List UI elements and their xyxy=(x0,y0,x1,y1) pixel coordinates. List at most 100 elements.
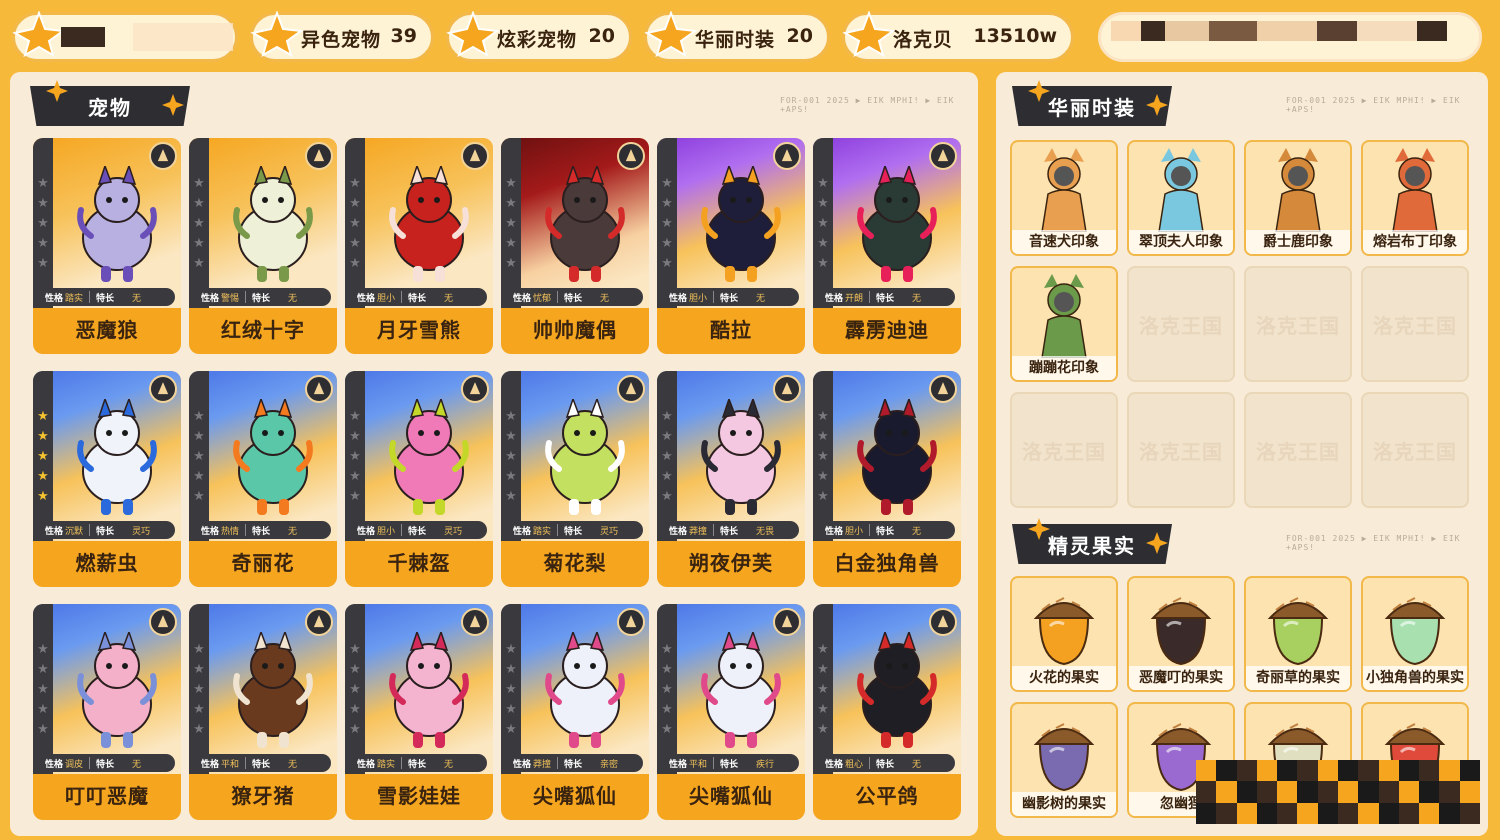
mosaic-cell xyxy=(1378,760,1399,782)
pet-figure-icon xyxy=(77,632,157,748)
mosaic-cell xyxy=(1357,21,1417,41)
pet-card[interactable]: ★ ★ ★ ★ ★ 性格 莽撞 特长 亲密 尖嘴狐仙 xyxy=(501,604,649,820)
empty-outfit-slot[interactable]: 洛克王国 xyxy=(1361,266,1469,382)
trait-special: 无 xyxy=(288,526,298,537)
trait-nature: 平和 xyxy=(221,759,240,770)
stat-value: 39 xyxy=(390,25,417,47)
pet-card[interactable]: ★ ★ ★ ★ ★ 性格 警惕 特长 无 红绒十字 xyxy=(189,138,337,354)
empty-outfit-slot[interactable]: 洛克王国 xyxy=(1127,266,1235,382)
trait-key: 性格 xyxy=(669,293,688,304)
pet-traits: 性格 胆小 特长 无 xyxy=(821,521,955,539)
pet-figure-icon xyxy=(857,399,937,515)
rank-stars: ★ ★ ★ ★ ★ xyxy=(349,409,361,504)
empty-slot-label: 洛克王国 xyxy=(1139,440,1223,464)
mosaic-cell xyxy=(1417,21,1447,41)
divider xyxy=(401,524,403,536)
rank-stars: ★ ★ ★ ★ ★ xyxy=(505,176,517,271)
mosaic-cell xyxy=(1459,802,1480,824)
pet-card[interactable]: ★ ★ ★ ★ ★ 性格 莽撞 特长 无畏 朔夜伊芙 xyxy=(657,371,805,587)
pet-traits: 性格 莽撞 特长 无畏 xyxy=(665,521,799,539)
divider xyxy=(89,757,91,769)
empty-outfit-slot[interactable]: 洛克王国 xyxy=(1127,392,1235,508)
mosaic-cell xyxy=(1358,802,1379,824)
pet-card[interactable]: ★ ★ ★ ★ ★ 性格 沉默 特长 灵巧 燃薪虫 xyxy=(33,371,181,587)
acorn-fruit-icon xyxy=(1033,723,1095,792)
empty-outfit-slot[interactable]: 洛克王国 xyxy=(1244,266,1352,382)
fruit-card[interactable]: 小独角兽的果实 xyxy=(1361,576,1469,692)
mosaic-cell xyxy=(1439,781,1460,803)
pet-card[interactable]: ★ ★ ★ ★ ★ 性格 踏实 特长 无 恶魔狼 xyxy=(33,138,181,354)
outfit-card[interactable]: 翠顶夫人印象 xyxy=(1127,140,1235,256)
outfit-card[interactable]: 爵士鹿印象 xyxy=(1244,140,1352,256)
divider xyxy=(713,757,715,769)
outfit-card[interactable]: 熔岩布丁印象 xyxy=(1361,140,1469,256)
pet-card[interactable]: ★ ★ ★ ★ ★ 性格 踏实 特长 灵巧 菊花梨 xyxy=(501,371,649,587)
rank-stars: ★ ★ ★ ★ ★ xyxy=(817,642,829,737)
trait-special: 无 xyxy=(912,759,922,770)
trait-special: 无 xyxy=(912,526,922,537)
empty-outfit-slot[interactable]: 洛克王国 xyxy=(1361,392,1469,508)
pets-panel: 宠物 FOR-001 2025 ▶ EIK MPHI! ▶ EIK +APS! … xyxy=(10,72,978,836)
pet-name: 叮叮恶魔 xyxy=(65,784,149,808)
trait-nature: 踏实 xyxy=(377,759,396,770)
outfit-card[interactable]: 音速犬印象 xyxy=(1010,140,1118,256)
pet-traits: 性格 警惕 特长 无 xyxy=(197,288,331,306)
empty-outfit-slot[interactable]: 洛克王国 xyxy=(1010,392,1118,508)
divider xyxy=(557,524,559,536)
mosaic-cell xyxy=(1439,760,1460,782)
trait-key: 特长 xyxy=(720,759,739,770)
stat-label: 洛克贝 xyxy=(893,29,954,51)
pet-card[interactable]: ★ ★ ★ ★ ★ 性格 胆小 特长 灵巧 千棘盔 xyxy=(345,371,493,587)
mosaic-cell xyxy=(1297,781,1318,803)
pet-card[interactable]: ★ ★ ★ ★ ★ 性格 胆小 特长 无 白金独角兽 xyxy=(813,371,961,587)
fruit-card[interactable]: 奇丽草的果实 xyxy=(1244,576,1352,692)
mosaic-cell xyxy=(1338,760,1359,782)
divider xyxy=(869,757,871,769)
pet-card[interactable]: ★ ★ ★ ★ ★ 性格 热情 特长 无 奇丽花 xyxy=(189,371,337,587)
pet-card[interactable]: ★ ★ ★ ★ ★ 性格 开朗 特长 无 霹雳迪迪 xyxy=(813,138,961,354)
pet-card[interactable]: ★ ★ ★ ★ ★ 性格 粗心 特长 无 公平鸽 xyxy=(813,604,961,820)
pet-card[interactable]: ★ ★ ★ ★ ★ 性格 忧郁 特长 无 帅帅魔偶 xyxy=(501,138,649,354)
stat-label: 炫彩宠物 xyxy=(497,29,578,51)
pet-card[interactable]: ★ ★ ★ ★ ★ 性格 平和 特长 疾行 尖嘴狐仙 xyxy=(657,604,805,820)
mosaic-cell xyxy=(1378,802,1399,824)
trait-key: 性格 xyxy=(669,526,688,537)
pet-card[interactable]: ★ ★ ★ ★ ★ 性格 踏实 特长 无 雪影娃娃 xyxy=(345,604,493,820)
rank-stars: ★ ★ ★ ★ ★ xyxy=(817,409,829,504)
trait-key: 性格 xyxy=(357,759,376,770)
pet-figure-icon xyxy=(389,399,469,515)
pet-name: 月牙雪熊 xyxy=(377,318,461,342)
outfit-card[interactable]: 蹦蹦花印象 xyxy=(1010,266,1118,382)
pet-traits: 性格 开朗 特长 无 xyxy=(821,288,955,306)
trait-key: 性格 xyxy=(45,293,64,304)
mosaic-cell xyxy=(1209,21,1257,41)
stat-label: 异色宠物 xyxy=(301,29,382,51)
trait-nature: 忧郁 xyxy=(533,293,552,304)
fruit-card[interactable]: 恶魔叮的果实 xyxy=(1127,576,1235,692)
fruit-card[interactable]: 火花的果实 xyxy=(1010,576,1118,692)
redacted-watermark xyxy=(1196,760,1480,824)
rank-stars: ★ ★ ★ ★ ★ xyxy=(193,409,205,504)
trait-special: 无 xyxy=(756,293,766,304)
mosaic-cell xyxy=(1419,781,1440,803)
rank-stars: ★ ★ ★ ★ ★ xyxy=(661,642,673,737)
pet-card[interactable]: ★ ★ ★ ★ ★ 性格 平和 特长 无 獠牙猪 xyxy=(189,604,337,820)
mosaic-cell xyxy=(1236,781,1257,803)
stat-value: 20 xyxy=(588,25,615,47)
outfit-name: 熔岩布丁印象 xyxy=(1363,230,1467,254)
mosaic-cell xyxy=(1338,781,1359,803)
trait-key: 特长 xyxy=(408,759,427,770)
mosaic-cell xyxy=(1317,760,1338,782)
trait-key: 特长 xyxy=(720,526,739,537)
pet-name: 帅帅魔偶 xyxy=(533,318,617,342)
trait-key: 性格 xyxy=(825,293,844,304)
pet-card[interactable]: ★ ★ ★ ★ ★ 性格 胆小 特长 无 酷拉 xyxy=(657,138,805,354)
pet-card[interactable]: ★ ★ ★ ★ ★ 性格 调皮 特长 无 叮叮恶魔 xyxy=(33,604,181,820)
stat-pill-dazzle: 炫彩宠物 20 xyxy=(446,11,632,62)
pet-traits: 性格 忧郁 特长 无 xyxy=(509,288,643,306)
empty-outfit-slot[interactable]: 洛克王国 xyxy=(1244,392,1352,508)
fruit-card[interactable]: 幽影树的果实 xyxy=(1010,702,1118,818)
trait-key: 特长 xyxy=(96,759,115,770)
pet-card[interactable]: ★ ★ ★ ★ ★ 性格 胆小 特长 无 月牙雪熊 xyxy=(345,138,493,354)
trait-key: 特长 xyxy=(876,293,895,304)
